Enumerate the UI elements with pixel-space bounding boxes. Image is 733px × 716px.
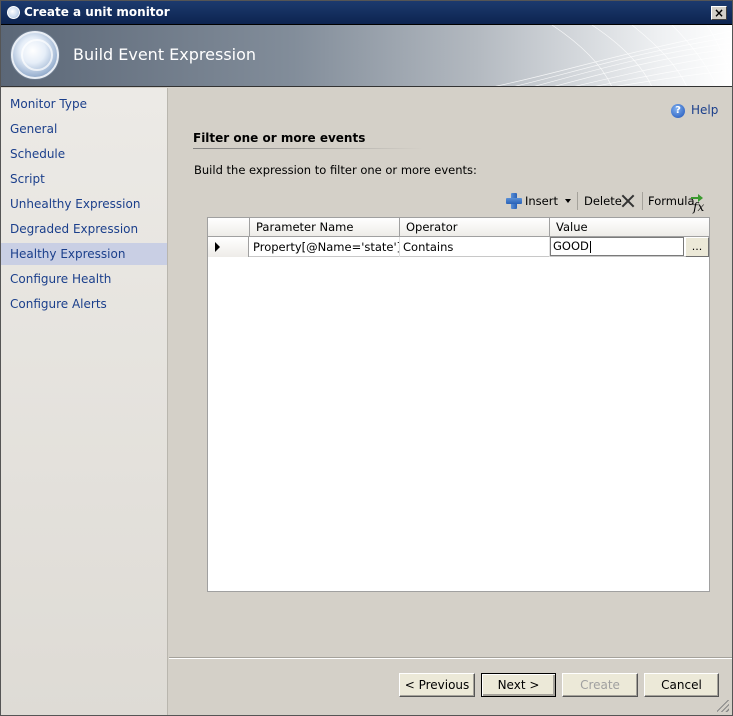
expression-grid: Parameter Name Operator Value Property[@…: [207, 217, 710, 592]
previous-button[interactable]: < Previous: [399, 673, 475, 697]
insert-button[interactable]: Insert: [504, 190, 576, 212]
bottom-divider: [169, 657, 732, 659]
toolbar-separator: [577, 192, 578, 210]
instructions-text: Build the expression to filter one or mo…: [194, 163, 477, 177]
chevron-down-icon[interactable]: [565, 199, 571, 203]
nav-item-unhealthy-expression[interactable]: Unhealthy Expression: [1, 193, 167, 215]
current-row-arrow-icon: [215, 242, 220, 252]
delete-label: Delete: [584, 194, 622, 208]
row-selector[interactable]: [208, 237, 249, 257]
window-title: Create a unit monitor: [24, 5, 170, 19]
nav-item-healthy-expression[interactable]: Healthy Expression: [1, 243, 167, 265]
cancel-button[interactable]: Cancel: [644, 673, 719, 697]
nav-item-configure-alerts[interactable]: Configure Alerts: [1, 293, 167, 315]
formula-fx-icon: fx: [689, 192, 707, 214]
wizard-orb-icon: [11, 31, 59, 79]
nav-item-configure-health[interactable]: Configure Health: [1, 268, 167, 290]
column-header-parameter-name[interactable]: Parameter Name: [250, 218, 400, 237]
delete-button[interactable]: Delete: [581, 190, 639, 212]
nav-item-degraded-expression[interactable]: Degraded Expression: [1, 218, 167, 240]
cell-value-text: GOOD: [553, 239, 589, 253]
header-banner: Build Event Expression: [1, 25, 732, 87]
toolbar-separator: [642, 192, 643, 210]
page-title: Build Event Expression: [73, 45, 257, 64]
text-caret: [589, 240, 591, 253]
grid-corner: [208, 218, 250, 237]
formula-label: Formula: [648, 194, 695, 208]
nav-item-monitor-type[interactable]: Monitor Type: [1, 93, 167, 115]
next-button[interactable]: Next >: [481, 673, 556, 697]
cell-parameter-name[interactable]: Property[@Name='state']: [250, 237, 400, 257]
dialog-window: Create a unit monitor × Build Event Expr…: [0, 0, 733, 716]
wizard-nav: Monitor Type General Schedule Script Unh…: [1, 88, 168, 715]
section-divider: [193, 148, 423, 149]
nav-item-general[interactable]: General: [1, 118, 167, 140]
help-label: Help: [691, 103, 719, 117]
plus-icon: [506, 193, 522, 209]
nav-item-script[interactable]: Script: [1, 168, 167, 190]
resize-grip-icon[interactable]: [717, 700, 729, 712]
nav-item-schedule[interactable]: Schedule: [1, 143, 167, 165]
cell-value-input[interactable]: GOOD: [550, 237, 684, 256]
insert-label: Insert: [525, 194, 558, 208]
banner-decoration: [495, 25, 732, 86]
table-row[interactable]: Property[@Name='state'] Contains GOOD ..…: [208, 237, 709, 257]
section-title: Filter one or more events: [193, 131, 366, 145]
value-ellipsis-button[interactable]: ...: [685, 237, 709, 257]
column-header-value[interactable]: Value: [550, 218, 709, 237]
help-icon: ?: [671, 104, 685, 118]
create-button[interactable]: Create: [562, 673, 638, 697]
column-header-operator[interactable]: Operator: [400, 218, 550, 237]
app-icon: [7, 6, 20, 19]
delete-x-icon: [621, 194, 635, 208]
grid-header: Parameter Name Operator Value: [208, 218, 709, 237]
formula-button[interactable]: Formula fx: [646, 190, 710, 214]
title-bar[interactable]: Create a unit monitor ×: [1, 1, 732, 25]
fx-glyph: fx: [693, 200, 705, 214]
cell-operator[interactable]: Contains: [400, 237, 550, 257]
close-button[interactable]: ×: [711, 6, 727, 20]
